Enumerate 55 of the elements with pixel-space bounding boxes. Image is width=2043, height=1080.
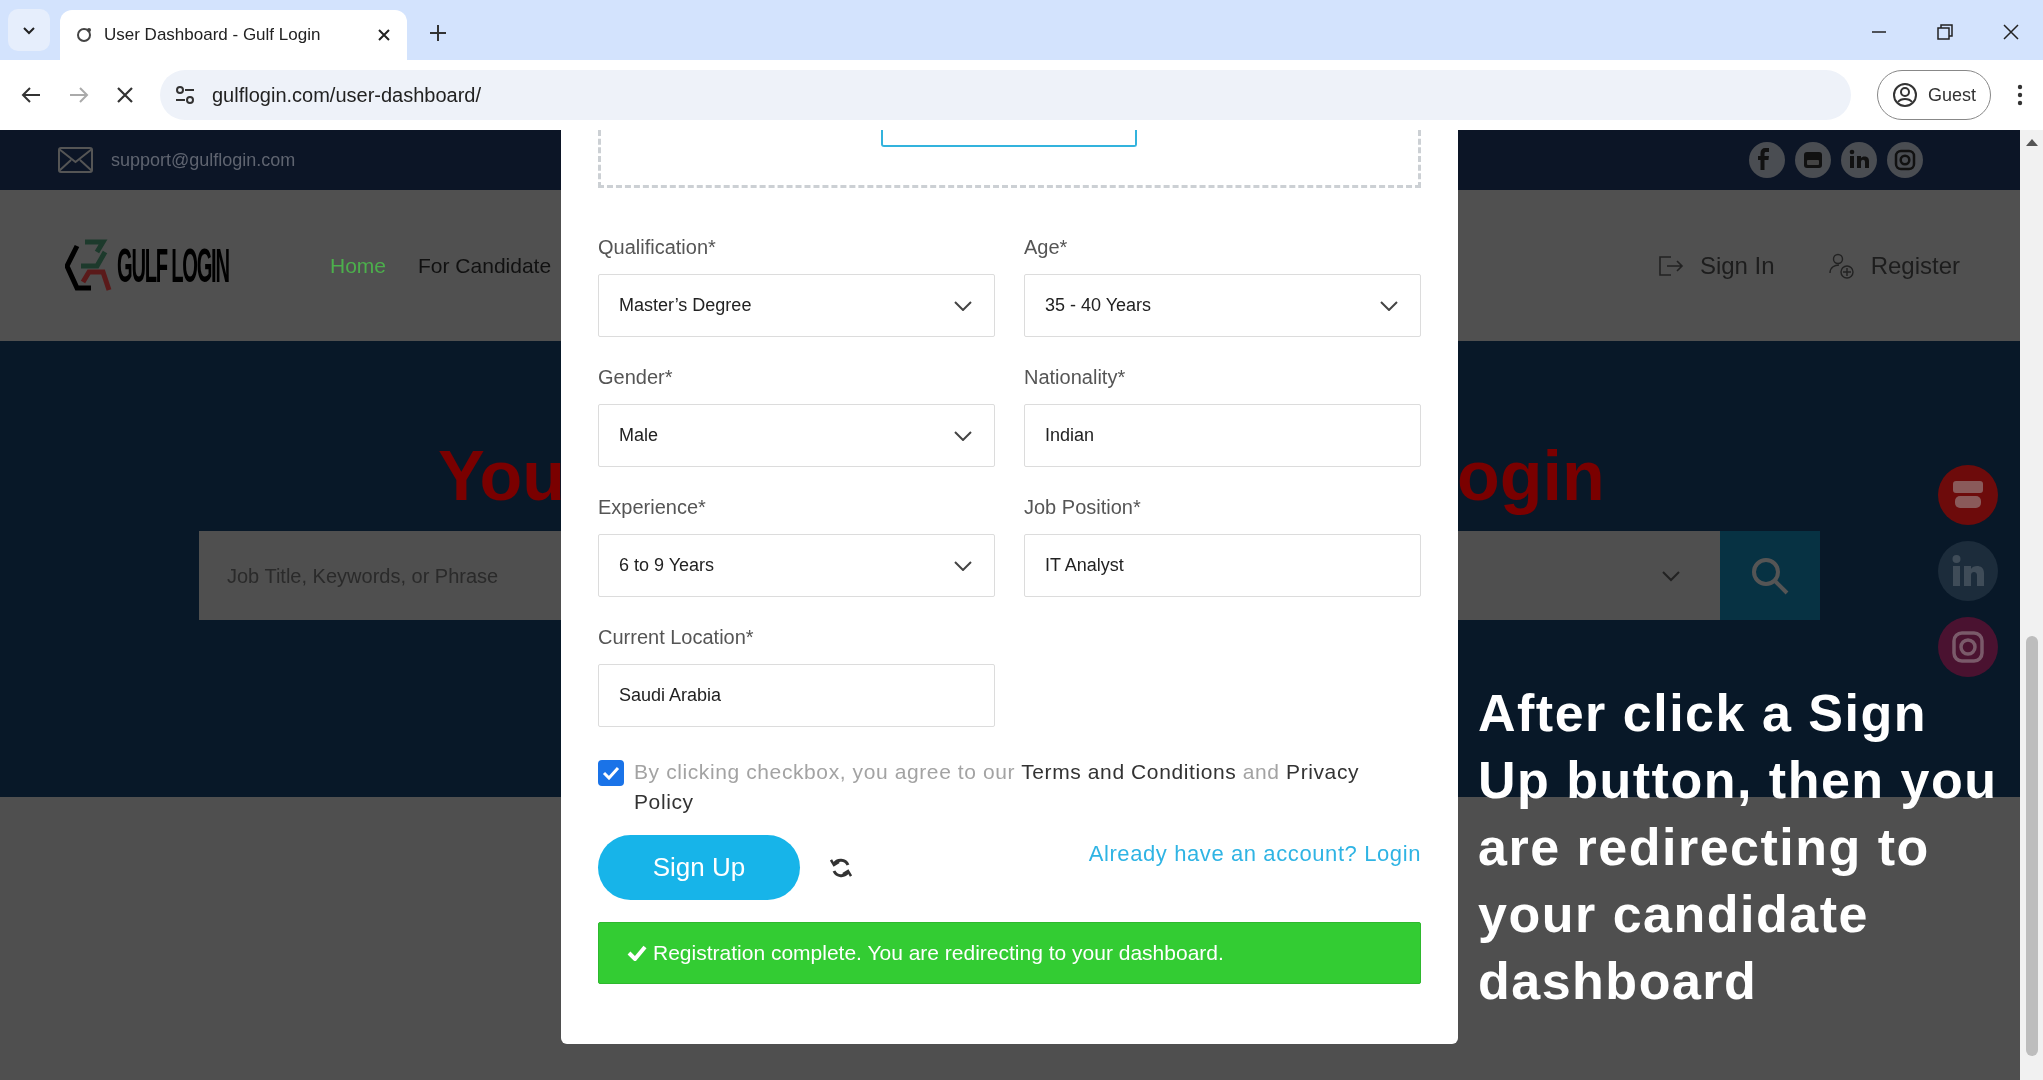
address-bar[interactable]: gulflogin.com/user-dashboard/ (160, 70, 1851, 120)
account-icon (1891, 82, 1918, 108)
chevron-down-icon[interactable] (1661, 569, 1681, 582)
select-field[interactable]: Master’s Degree (598, 274, 995, 337)
field-label: Job Position* (1024, 495, 1142, 520)
restore-icon[interactable] (1937, 24, 1953, 40)
stop-icon[interactable] (116, 86, 134, 104)
select-field[interactable]: Male (598, 404, 995, 467)
mail-icon (58, 147, 93, 173)
new-tab-icon[interactable] (429, 24, 447, 42)
instagram-icon[interactable] (1938, 617, 1998, 677)
field-label: Gender* (598, 365, 674, 390)
check-icon (602, 766, 620, 780)
refresh-icon[interactable] (830, 857, 852, 879)
menu-icon[interactable] (2017, 84, 2023, 106)
select-field[interactable]: 35 - 40 Years (1024, 274, 1421, 337)
chevron-down-icon (954, 430, 972, 441)
linkedin-icon[interactable] (1841, 142, 1877, 178)
tab-title: User Dashboard - Gulf Login (104, 24, 322, 47)
facebook-icon[interactable] (1749, 142, 1785, 178)
input-field[interactable]: Indian (1024, 404, 1421, 467)
field-label: Current Location* (598, 625, 755, 650)
hero-title: You (438, 441, 565, 511)
outlined-button[interactable] (881, 130, 1137, 147)
field-label: Qualification* (598, 235, 717, 260)
sign-in-icon[interactable] (1657, 254, 1684, 277)
field-label: Age* (1024, 235, 1069, 260)
globe-icon (76, 27, 92, 43)
add-user-icon[interactable] (1828, 252, 1855, 279)
annotation-text: After click a Sign Up button, then you are redirecting to your candidate dashboard (1478, 683, 1998, 1012)
input-field[interactable]: Saudi Arabia (598, 664, 995, 727)
search-icon (1751, 556, 1789, 595)
linkedin-icon[interactable] (1938, 541, 1998, 601)
site-settings-icon[interactable] (174, 84, 196, 106)
chevron-down-icon (1380, 300, 1398, 311)
consent-text: By clicking checkbox, you agree to our Terms and Conditions and Privacy Policy (634, 759, 1361, 815)
chevron-down-icon (954, 300, 972, 311)
url-text: gulflogin.com/user-dashboard/ (212, 83, 482, 108)
search-button[interactable] (1720, 531, 1820, 620)
scroll-up-icon[interactable] (2025, 138, 2038, 146)
logo-mark-icon (65, 237, 113, 294)
browser-tab[interactable]: User Dashboard - Gulf Login (60, 10, 407, 60)
checkbox[interactable] (598, 760, 624, 786)
field-label: Nationality* (1024, 365, 1127, 390)
input-field[interactable]: IT Analyst (1024, 534, 1421, 597)
close-icon[interactable] (377, 28, 391, 42)
check-icon (627, 945, 647, 961)
close-icon[interactable] (2003, 24, 2019, 40)
field-label: Experience* (598, 495, 707, 520)
scrollbar[interactable] (2020, 130, 2043, 1080)
success-alert: Registration complete. You are redirecting to your dashboard. (598, 922, 1421, 984)
chevron-down-icon (954, 560, 972, 571)
instagram-icon[interactable] (1887, 142, 1923, 178)
select-field[interactable]: 6 to 9 Years (598, 534, 995, 597)
scrollbar-thumb[interactable] (2025, 636, 2038, 1056)
